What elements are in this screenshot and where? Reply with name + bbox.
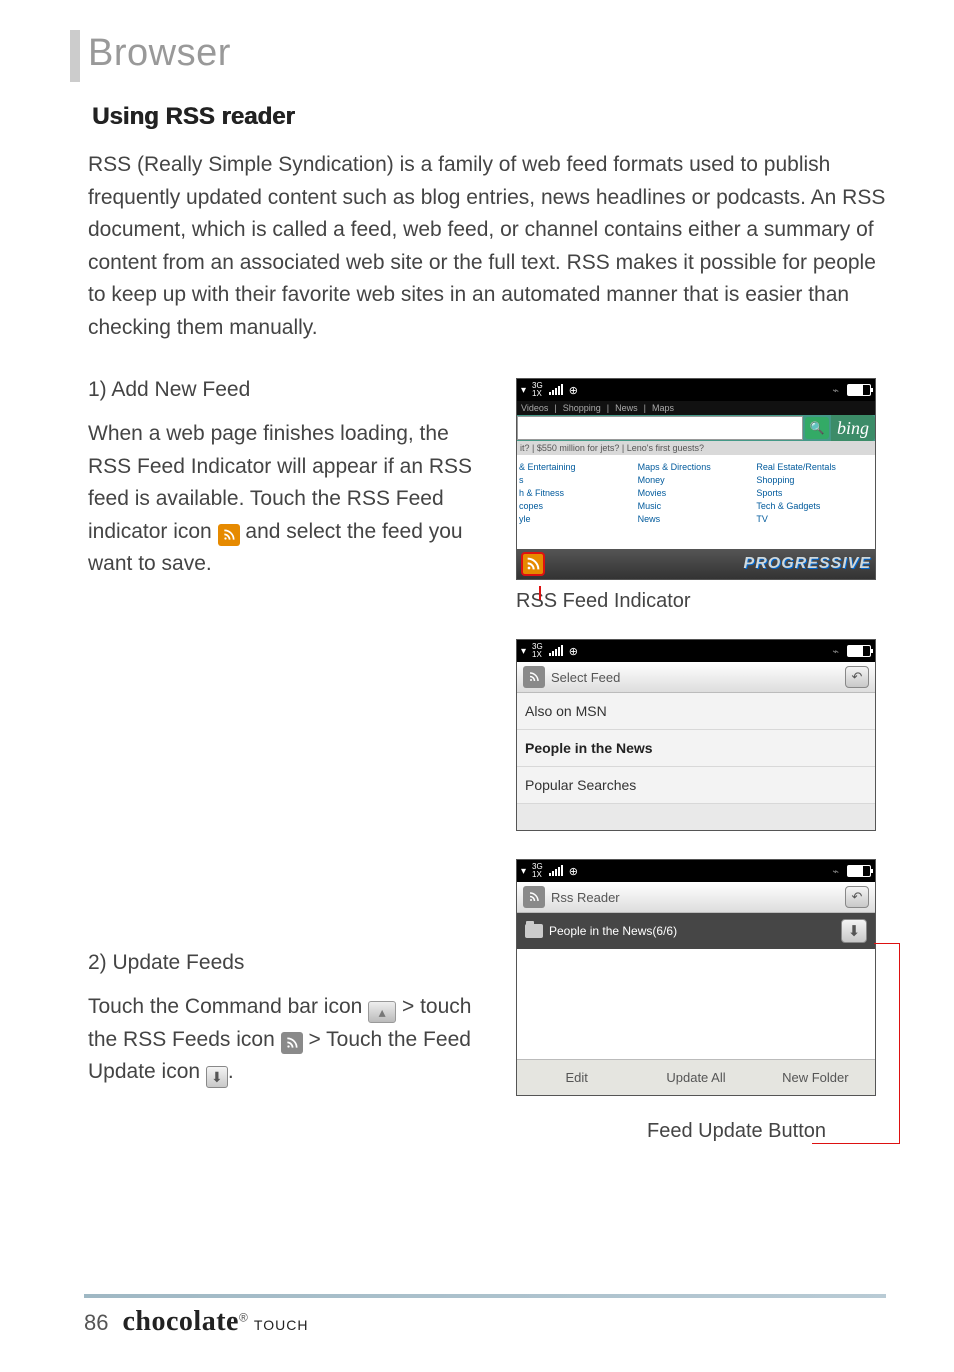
feed-option[interactable]: People in the News (517, 730, 875, 767)
subnav-item[interactable]: Maps (652, 403, 674, 413)
globe-icon: ⊕ (569, 865, 578, 878)
brand-suffix: TOUCH (254, 1317, 309, 1333)
link-item[interactable]: Movies (638, 488, 755, 498)
caption-feed-update: Feed Update Button (516, 1120, 826, 1143)
link-item[interactable]: s (519, 475, 636, 485)
footer-new-folder[interactable]: New Folder (756, 1060, 875, 1095)
globe-icon: ⊕ (569, 384, 578, 397)
globe-icon: ⊕ (569, 645, 578, 658)
registered-mark: ® (239, 1311, 248, 1325)
command-bar-icon: ▴ (368, 1001, 396, 1023)
link-item[interactable]: h & Fitness (519, 488, 636, 498)
rss-strip: PROGRESSIVE (517, 549, 875, 579)
back-button[interactable]: ↶ (845, 666, 869, 688)
rss-indicator-icon (218, 524, 240, 546)
link-item[interactable]: Real Estate/Rentals (756, 462, 873, 472)
callout-line (539, 586, 541, 600)
link-item[interactable]: TV (756, 514, 873, 524)
feed-option[interactable]: Popular Searches (517, 767, 875, 804)
screenshot-rss-reader: ▾ 3G1X ⊕ ⌁ Rss Reader ↶ (516, 859, 876, 1096)
bluetooth-icon: ⌁ (832, 865, 839, 878)
signal-icon: ▾ (521, 385, 526, 396)
rss-icon (523, 666, 545, 688)
link-item[interactable]: Music (638, 501, 755, 511)
uf-period: . (228, 1060, 234, 1083)
signal-icon: ▾ (521, 866, 526, 877)
signal-bars-icon (549, 866, 563, 876)
bluetooth-icon: ⌁ (832, 645, 839, 658)
bluetooth-icon: ⌁ (832, 384, 839, 397)
caption-rss-indicator: RSS Feed Indicator (516, 590, 886, 613)
link-item[interactable]: & Entertaining (519, 462, 636, 472)
blank-area (517, 949, 875, 1059)
battery-icon (847, 645, 871, 657)
footer-rule (84, 1294, 886, 1298)
feed-name: People in the News(6/6) (549, 924, 677, 938)
link-item[interactable]: Tech & Gadgets (756, 501, 873, 511)
screenshot-select-feed: ▾ 3G1X ⊕ ⌁ Select Feed ↶ (516, 639, 876, 831)
callout-line (812, 1143, 900, 1144)
link-item[interactable]: copes (519, 501, 636, 511)
page-footer: 86 chocolate® TOUCH (84, 1306, 308, 1338)
subnav-item[interactable]: Videos (521, 403, 548, 413)
rss-feed-indicator-icon[interactable] (521, 552, 545, 576)
select-feed-title: Select Feed (551, 670, 620, 685)
signal-bars-icon (549, 646, 563, 656)
rss-feeds-icon (281, 1032, 303, 1054)
search-input[interactable] (517, 416, 803, 440)
link-item[interactable]: Sports (756, 488, 873, 498)
link-item[interactable]: Shopping (756, 475, 873, 485)
link-item[interactable]: Money (638, 475, 755, 485)
battery-icon (847, 384, 871, 396)
subheading-add-feed: 1) Add New Feed (88, 378, 484, 402)
footer-edit[interactable]: Edit (517, 1060, 636, 1095)
signal-bars-icon (549, 385, 563, 395)
link-item[interactable]: yle (519, 514, 636, 524)
callout-line (874, 943, 900, 944)
rss-icon (523, 886, 545, 908)
bing-logo: bing (831, 415, 875, 441)
link-item[interactable]: Maps & Directions (638, 462, 755, 472)
feed-option[interactable]: Also on MSN (517, 693, 875, 730)
rss-reader-header: Rss Reader ↶ (517, 882, 875, 913)
back-button[interactable]: ↶ (845, 886, 869, 908)
search-icon[interactable]: 🔍 (805, 417, 829, 439)
link-columns: & Entertaining s h & Fitness copes yle M… (517, 455, 875, 549)
brand-name: chocolate (122, 1306, 238, 1337)
blank-row (517, 804, 875, 830)
folder-icon (525, 924, 543, 938)
ad-progressive: PROGRESSIVE (744, 555, 871, 573)
search-row: 🔍 bing (517, 415, 875, 441)
chapter-heading: Browser (88, 32, 886, 75)
select-feed-header: Select Feed ↶ (517, 662, 875, 693)
status-bar: ▾ 3G1X ⊕ ⌁ (517, 860, 875, 882)
rss-reader-title: Rss Reader (551, 890, 620, 905)
subnav-item[interactable]: Shopping (563, 403, 601, 413)
subnav-item[interactable]: News (615, 403, 638, 413)
browser-subnav: Videos | Shopping | News | Maps (517, 401, 875, 415)
status-bar: ▾ 3G1X ⊕ ⌁ (517, 640, 875, 662)
status-bar: ▾ 3G1X ⊕ ⌁ (517, 379, 875, 401)
footer-update-all[interactable]: Update All (636, 1060, 755, 1095)
link-item[interactable]: News (638, 514, 755, 524)
feed-update-icon: ⬇ (206, 1066, 228, 1088)
rss-reader-footer: Edit Update All New Folder (517, 1059, 875, 1095)
signal-icon: ▾ (521, 646, 526, 657)
feed-update-button[interactable]: ⬇ (841, 919, 867, 943)
battery-icon (847, 865, 871, 877)
feed-row[interactable]: People in the News(6/6) ⬇ (517, 913, 875, 949)
screenshot-browser: ▾ 3G1X ⊕ ⌁ Videos | Shopping | News | Ma… (516, 378, 876, 580)
side-rule (70, 30, 80, 82)
update-feeds-text: Touch the Command bar icon ▴ > touch the… (88, 991, 484, 1089)
intro-paragraph: RSS (Really Simple Syndication) is a fam… (88, 149, 886, 344)
section-title: Using RSS reader (92, 103, 886, 131)
uf-frag1: Touch the Command bar icon (88, 995, 368, 1018)
news-ticker: it? | $550 million for jets? | Leno's fi… (517, 441, 875, 455)
add-feed-text: When a web page finishes loading, the RS… (88, 418, 484, 581)
callout-line (899, 943, 900, 1143)
page-number: 86 (84, 1310, 108, 1336)
subheading-update-feeds: 2) Update Feeds (88, 951, 484, 975)
